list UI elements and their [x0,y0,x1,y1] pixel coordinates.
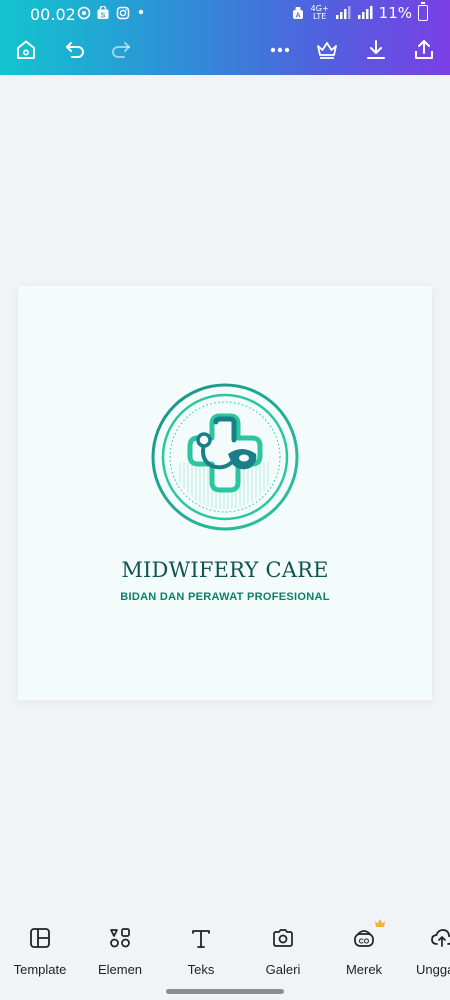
medical-cross-logo[interactable] [150,382,300,532]
premium-button[interactable] [313,36,341,64]
nav-galeri[interactable]: Galeri [243,926,323,977]
share-icon [415,40,433,59]
alarm-icon: A [292,7,303,20]
nav-unggah-label: Unggah [416,962,450,977]
svg-text:CO: CO [359,939,370,946]
battery-percent: 11% [378,4,412,22]
network-type: 4G+ LTE [310,4,329,21]
upload-icon [431,929,450,947]
battery-icon [418,2,428,21]
status-time: 00.02 [30,5,76,24]
dot-icon [138,9,144,15]
brand-subtitle[interactable]: BIDAN DAN PERAWAT PROFESIONAL [18,591,432,603]
download-button[interactable] [362,36,390,64]
nav-template[interactable]: Template [0,926,80,977]
svg-text:S: S [101,13,106,20]
nav-merek[interactable]: CO Merek [324,919,404,977]
nav-elemen-label: Elemen [97,962,143,977]
undo-button[interactable] [61,36,89,64]
nav-elemen[interactable]: Elemen [80,926,160,977]
shopping-bag-icon: S [97,6,109,20]
nav-teks-label: Teks [187,962,215,977]
signal-icon [335,6,351,19]
elements-icon [110,928,130,948]
nav-unggah[interactable]: Unggah [404,926,450,977]
home-indicator [166,989,284,994]
status-bar: 00.02 S A 4G+ LTE 11% [0,0,450,28]
text-icon [192,930,210,948]
status-right: A 4G+ LTE 11% [291,2,428,22]
nav-merek-label: Merek [345,962,383,977]
more-options-button[interactable] [266,36,294,64]
nav-template-label: Template [13,962,67,977]
nav-teks[interactable]: Teks [161,926,241,977]
redo-button[interactable] [107,36,135,64]
home-icon [17,40,35,59]
undo-icon [66,42,84,58]
nav-galeri-label: Galeri [265,962,301,977]
design-canvas[interactable]: MIDWIFERY CARE BIDAN DAN PERAWAT PROFESI… [18,286,432,700]
notification-app-icon [77,6,91,20]
crown-icon [317,42,337,59]
brand-icon: CO [354,930,374,947]
bottom-toolbar: Template Elemen Teks Galeri CO Merek Ung… [0,910,450,1000]
signal-icon-2 [357,6,373,19]
svg-text:A: A [295,13,300,20]
camera-icon [273,929,293,947]
more-icon [270,47,290,53]
download-icon [367,40,385,59]
brand-title[interactable]: MIDWIFERY CARE [18,558,432,582]
share-button[interactable] [410,36,438,64]
top-app-bar: 00.02 S A 4G+ LTE 11% [0,0,450,75]
home-button[interactable] [12,36,40,64]
template-icon [30,928,50,948]
instagram-icon [116,6,130,20]
redo-icon [112,42,130,58]
premium-crown-icon [375,919,385,927]
